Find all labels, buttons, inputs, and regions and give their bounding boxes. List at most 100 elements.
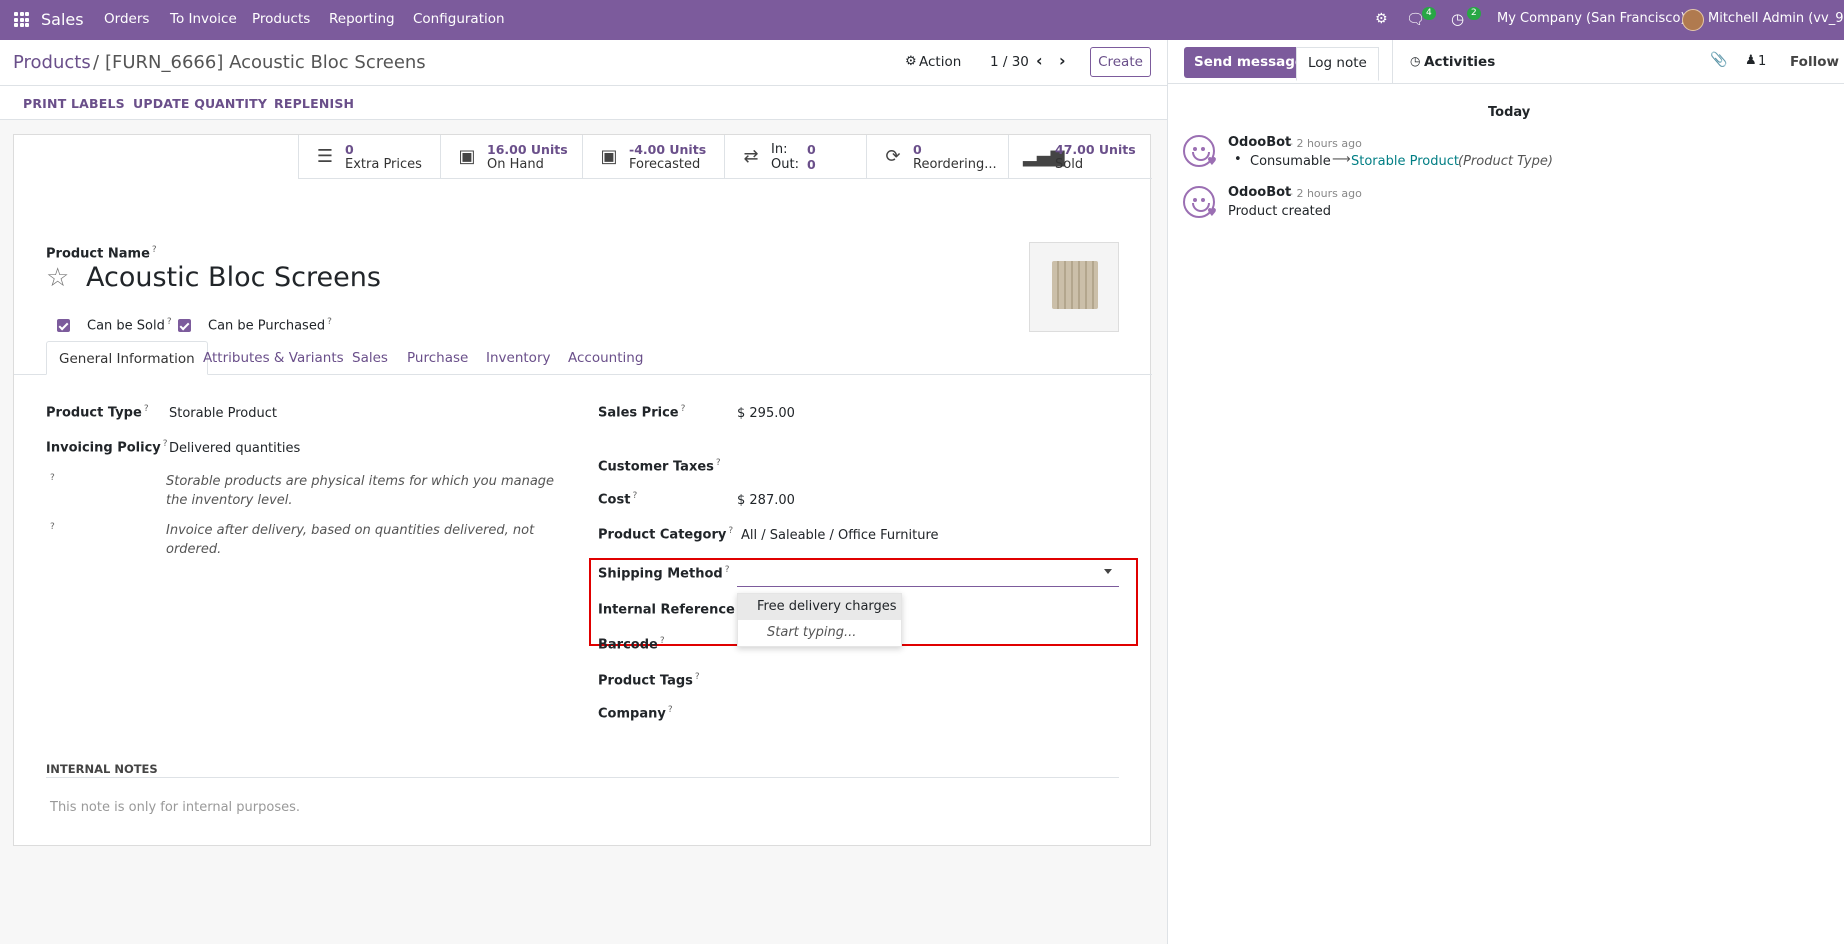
internal-notes-field[interactable]: This note is only for internal purposes. [50,800,300,815]
help-marker: ? [50,473,55,483]
product-name-field[interactable]: Acoustic Bloc Screens [86,262,381,293]
replenish-button[interactable]: REPLENISH [274,96,354,111]
pager-next-icon[interactable]: › [1059,51,1066,70]
paperclip-icon[interactable]: 📎 [1710,52,1727,68]
can-be-purchased-checkbox[interactable] [178,319,191,332]
stat-label: Forecasted [629,157,701,172]
product-image[interactable] [1029,242,1119,332]
follow-button[interactable]: Follow [1790,54,1839,70]
help-marker: ? [50,522,55,532]
menu-configuration[interactable]: Configuration [413,11,505,27]
tracking-new-value: Storable Product [1351,154,1459,169]
bug-icon[interactable]: ⚙ [1375,11,1388,27]
tracking-field-name: (Product Type) [1458,154,1553,169]
print-labels-button[interactable]: PRINT LABELS [23,96,125,111]
tab-sales[interactable]: Sales [340,341,400,375]
activities-button[interactable]: Activities [1424,54,1495,70]
stat-label: Sold [1055,157,1084,172]
stat-value: -4.00 Units [629,142,707,157]
cost-field[interactable]: $ 287.00 [737,493,795,508]
control-panel: Products / [FURN_6666] Acoustic Bloc Scr… [0,40,1167,86]
customer-taxes-label: Customer Taxes? [598,458,721,475]
dropdown-hint: Start typing... [767,625,857,640]
notebook-tabs: General Information Attributes & Variant… [14,341,1152,375]
stat-value: 0 [913,142,922,157]
breadcrumb-separator: / [93,52,100,73]
stat-on-hand[interactable]: ▣ 16.00 Units On Hand [440,135,582,179]
stat-label: On Hand [487,157,544,172]
date-separator: Today [1488,105,1531,120]
stat-value: 0 [345,142,354,157]
tab-attributes-variants[interactable]: Attributes & Variants [191,341,356,375]
can-be-sold-checkbox[interactable] [57,319,70,332]
internal-reference-label: Internal Reference? [598,601,742,618]
form-sheet: ☰ 0 Extra Prices ▣ 16.00 Units On Hand ▣… [13,134,1152,846]
stat-value: 16.00 Units [487,142,568,157]
clock-icon: ◷ [1410,54,1421,68]
user-avatar[interactable] [1682,9,1704,31]
menu-products[interactable]: Products [252,11,310,27]
stat-forecasted[interactable]: ▣ -4.00 Units Forecasted [582,135,724,179]
activities-clock-icon[interactable]: ◷ [1451,10,1464,28]
product-type-field[interactable]: Storable Product [169,406,277,421]
breadcrumb-products[interactable]: Products [13,52,91,73]
shipping-method-label: Shipping Method? [598,565,730,582]
company-switcher[interactable]: My Company (San Francisco) [1497,11,1685,26]
tab-inventory[interactable]: Inventory [474,341,562,375]
followers-count: 1 [1758,54,1767,69]
stat-in-out[interactable]: ⇄ In: 0 Out: 0 [724,135,866,179]
message-author: OdooBot [1228,135,1292,150]
cubes-icon: ▣ [600,146,618,167]
chatter-header-border [1168,83,1844,84]
product-name-label: Product Name? [46,245,157,262]
pager-previous-icon[interactable]: ‹ [1036,51,1043,70]
invoicing-policy-field[interactable]: Delivered quantities [169,441,300,456]
menu-reporting[interactable]: Reporting [329,11,395,27]
tab-accounting[interactable]: Accounting [556,341,655,375]
stat-sold[interactable]: ▂▄▆ 47.00 Units Sold [1008,135,1152,179]
internal-notes-title: INTERNAL NOTES [46,762,158,776]
shipping-method-input[interactable] [737,565,1119,587]
form-pane: Products / [FURN_6666] Acoustic Bloc Scr… [0,40,1167,944]
can-be-sold-label: Can be Sold? [87,317,172,334]
menu-orders[interactable]: Orders [104,11,149,27]
stat-reordering[interactable]: ⟳ 0 Reordering... [866,135,1008,179]
breadcrumb-current: [FURN_6666] Acoustic Bloc Screens [105,52,426,73]
message-time: - 2 hours ago [1289,137,1362,150]
sales-price-label: Sales Price? [598,404,686,421]
update-quantity-button[interactable]: UPDATE QUANTITY [133,96,267,111]
pager-value[interactable]: 1 / 30 [990,54,1029,70]
can-be-purchased-label: Can be Purchased? [208,317,332,334]
send-message-button[interactable]: Send message [1184,47,1315,78]
tab-general-information[interactable]: General Information [46,341,208,375]
dropdown-caret-icon[interactable] [1104,569,1112,574]
heart-icon: ♥ [1207,155,1217,168]
arrow-right-icon: ⟶ [1332,152,1351,167]
apps-menu-icon[interactable] [14,12,29,27]
log-note-button[interactable]: Log note [1296,47,1379,81]
stat-value: 47.00 Units [1055,142,1136,157]
product-category-field[interactable]: All / Saleable / Office Furniture [741,528,939,543]
stat-extra-prices[interactable]: ☰ 0 Extra Prices [298,135,440,179]
action-menu-button[interactable]: Action [919,54,961,70]
cost-label: Cost? [598,491,638,508]
smart-buttons: ☰ 0 Extra Prices ▣ 16.00 Units On Hand ▣… [298,135,1152,179]
chatter: Send message Log note ◷ Activities 📎 ♟ 1… [1167,40,1844,944]
sales-price-field[interactable]: $ 295.00 [737,406,795,421]
followers-user-icon[interactable]: ♟ [1745,53,1757,68]
user-menu[interactable]: Mitchell Admin (vv_9) [1708,11,1844,26]
app-name[interactable]: Sales [41,10,84,29]
create-button[interactable]: Create [1090,47,1151,77]
product-type-help: Storable products are physical items for… [166,474,555,508]
product-category-label: Product Category? [598,526,734,543]
message-author: OdooBot [1228,185,1292,200]
tracking-old-value: Consumable [1250,154,1331,169]
top-navbar: Sales Orders To Invoice Products Reporti… [0,0,1844,40]
stat-label: Extra Prices [345,157,422,172]
tab-purchase[interactable]: Purchase [395,341,480,375]
exchange-icon: ⇄ [743,146,759,167]
menu-to-invoice[interactable]: To Invoice [170,11,237,27]
activities-badge: 2 [1467,7,1481,20]
favorite-star-icon[interactable]: ☆ [46,263,69,293]
dropdown-option-free-delivery[interactable]: Free delivery charges [738,594,901,620]
